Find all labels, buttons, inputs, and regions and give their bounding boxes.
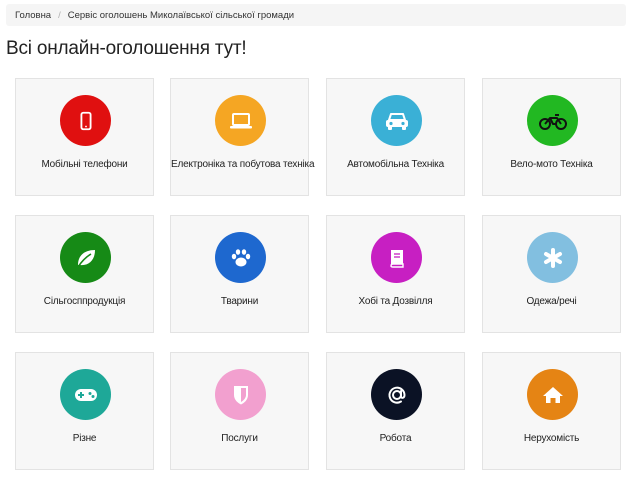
category-card-agriculture[interactable]: Сільгосппродукція: [15, 215, 154, 333]
mobile-phone-icon: [60, 95, 111, 146]
gamepad-icon: [60, 369, 111, 420]
asterisk-icon: [527, 232, 578, 283]
category-card-electronics[interactable]: Електроніка та побутова техніка: [170, 78, 315, 196]
category-label: Електроніка та побутова техніка: [171, 159, 315, 170]
category-label: Одежа/речі: [526, 296, 577, 307]
at-sign-icon: [371, 369, 422, 420]
category-label: Нерухомість: [523, 433, 580, 444]
category-card-mobile-phones[interactable]: Мобільні телефони: [15, 78, 154, 196]
car-icon: [371, 95, 422, 146]
motorcycle-icon: [527, 95, 578, 146]
category-card-automobiles[interactable]: Автомобільна Техніка: [326, 78, 465, 196]
category-label: Сільгосппродукція: [43, 296, 126, 307]
category-card-services[interactable]: Послуги: [170, 352, 309, 470]
category-card-bike-moto[interactable]: Вело-мото Техніка: [482, 78, 621, 196]
paw-icon: [215, 232, 266, 283]
category-label: Різне: [72, 433, 97, 444]
leaf-icon: [60, 232, 111, 283]
shield-icon: [215, 369, 266, 420]
category-card-clothing[interactable]: Одежа/речі: [482, 215, 621, 333]
home-icon: [527, 369, 578, 420]
category-card-animals[interactable]: Тварини: [170, 215, 309, 333]
category-card-real-estate[interactable]: Нерухомість: [482, 352, 621, 470]
category-card-hobby[interactable]: Хобі та Дозвілля: [326, 215, 465, 333]
category-card-work[interactable]: Робота: [326, 352, 465, 470]
category-label: Тварини: [220, 296, 259, 307]
laptop-icon: [215, 95, 266, 146]
book-icon: [371, 232, 422, 283]
category-label: Робота: [379, 433, 412, 444]
category-label: Послуги: [221, 433, 258, 444]
category-card-misc[interactable]: Різне: [15, 352, 154, 470]
category-grid: Мобільні телефони Електроніка та побутов…: [0, 0, 640, 480]
category-label: Мобільні телефони: [41, 159, 128, 170]
category-label: Вело-мото Техніка: [510, 159, 593, 170]
category-label: Автомобільна Техніка: [347, 159, 444, 170]
category-label: Хобі та Дозвілля: [358, 296, 433, 307]
